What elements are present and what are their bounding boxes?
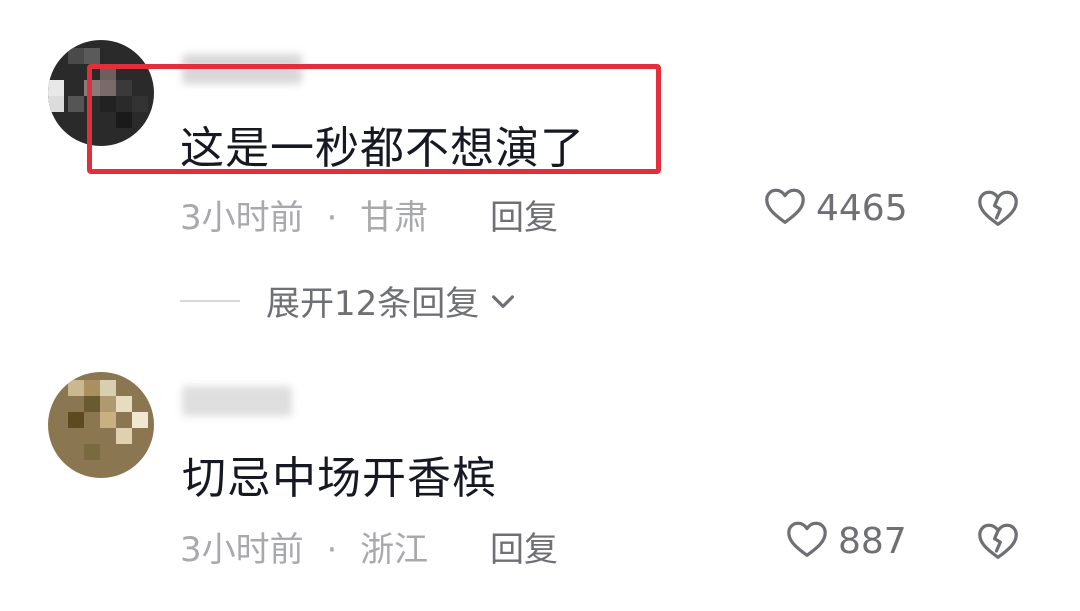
- reply-button[interactable]: 回复: [490, 522, 558, 571]
- like-count: 4465: [816, 187, 908, 229]
- chevron-down-icon: [487, 285, 519, 317]
- expand-replies-label: 展开12条回复: [266, 284, 480, 324]
- comment-time: 3小时前: [180, 530, 304, 570]
- heart-outline-icon: [762, 183, 808, 233]
- comment-time: 3小时前: [180, 198, 304, 238]
- comment-item: 切忌中场开香槟 3小时前 · 浙江 回复 887: [0, 330, 1080, 611]
- comment-location: 甘肃: [360, 198, 429, 238]
- avatar[interactable]: [48, 372, 154, 478]
- reply-button[interactable]: 回复: [490, 190, 558, 239]
- expand-replies-button[interactable]: 展开12条回复: [180, 276, 519, 325]
- username-blurred[interactable]: [182, 386, 292, 416]
- divider-line: [180, 299, 240, 302]
- dislike-button[interactable]: [975, 185, 1021, 235]
- meta-separator: ·: [326, 198, 338, 238]
- broken-heart-icon: [975, 523, 1021, 568]
- heart-outline-icon: [784, 516, 830, 566]
- highlight-box: [87, 64, 661, 174]
- broken-heart-icon: [975, 190, 1021, 235]
- like-button[interactable]: 887: [784, 516, 907, 566]
- comment-location: 浙江: [360, 530, 429, 570]
- comment-meta: 3小时前 · 浙江: [180, 522, 428, 571]
- like-count: 887: [838, 520, 907, 562]
- comment-text: 切忌中场开香槟: [182, 453, 497, 504]
- like-button[interactable]: 4465: [762, 183, 908, 233]
- dislike-button[interactable]: [975, 518, 1021, 568]
- meta-separator: ·: [326, 530, 338, 570]
- comment-meta: 3小时前 · 甘肃: [180, 190, 428, 239]
